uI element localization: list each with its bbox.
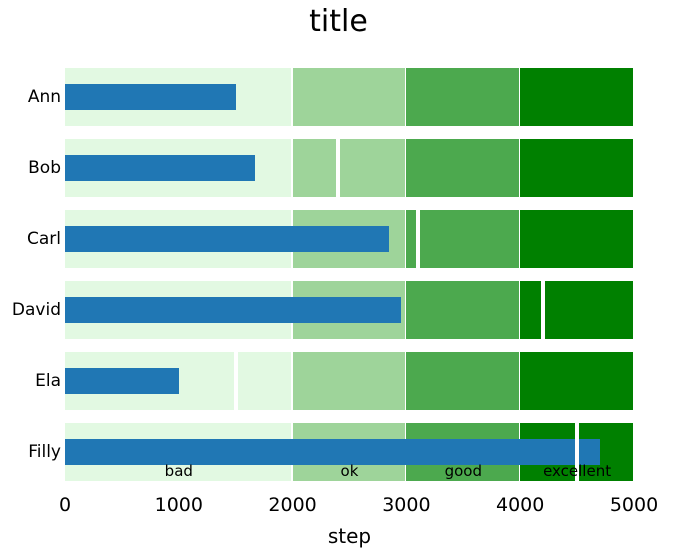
category-label-david: David — [11, 299, 61, 320]
band-good — [406, 351, 519, 410]
value-bar — [65, 155, 256, 182]
value-bar — [65, 367, 179, 394]
x-tick-4000: 4000 — [496, 494, 545, 516]
band-good — [406, 68, 519, 127]
x-tick-0: 0 — [58, 494, 72, 516]
category-label-ann: Ann — [27, 87, 61, 108]
x-tick-1000: 1000 — [154, 494, 203, 516]
band-ok — [292, 139, 405, 198]
x-tick-3000: 3000 — [382, 494, 431, 516]
value-bar — [65, 438, 600, 465]
target-marker — [233, 351, 238, 410]
band-label-good: good — [444, 461, 482, 480]
bullet-chart: title Ann Bob Carl David Ela Filly bad ok good ex… — [0, 0, 677, 559]
x-axis-ticks: 0 1000 2000 3000 4000 5000 — [59, 494, 658, 520]
x-axis-label: step — [327, 524, 372, 548]
target-marker — [415, 210, 420, 269]
band-excellent — [520, 68, 633, 127]
category-label-carl: Carl — [27, 229, 61, 250]
category-label-ela: Ela — [35, 370, 61, 391]
band-label-bad: bad — [164, 461, 193, 480]
plot-area: Ann Bob Carl David Ela Filly bad ok good excellen… — [12, 62, 634, 487]
band-label-excellent: excellent — [543, 461, 612, 480]
target-marker — [336, 139, 341, 198]
bullet-row — [65, 210, 634, 269]
bullet-row — [65, 68, 634, 127]
category-label-bob: Bob — [28, 158, 61, 179]
band-ok — [292, 351, 405, 410]
chart-title: title — [309, 4, 368, 39]
bullet-row — [65, 139, 634, 198]
band-good — [406, 210, 519, 269]
band-good — [406, 280, 519, 339]
target-marker — [540, 280, 545, 339]
bullet-row — [65, 280, 634, 339]
band-excellent — [520, 280, 633, 339]
band-label-ok: ok — [340, 461, 359, 480]
band-ok — [292, 68, 405, 127]
value-bar — [65, 226, 390, 253]
x-tick-5000: 5000 — [609, 494, 659, 516]
bullet-row — [65, 351, 634, 410]
x-tick-2000: 2000 — [268, 494, 317, 516]
band-excellent — [520, 351, 633, 410]
band-good — [406, 139, 519, 198]
value-bar — [65, 296, 401, 323]
category-label-filly: Filly — [28, 441, 61, 462]
band-excellent — [520, 210, 633, 269]
value-bar — [65, 84, 236, 111]
band-excellent — [520, 139, 633, 198]
